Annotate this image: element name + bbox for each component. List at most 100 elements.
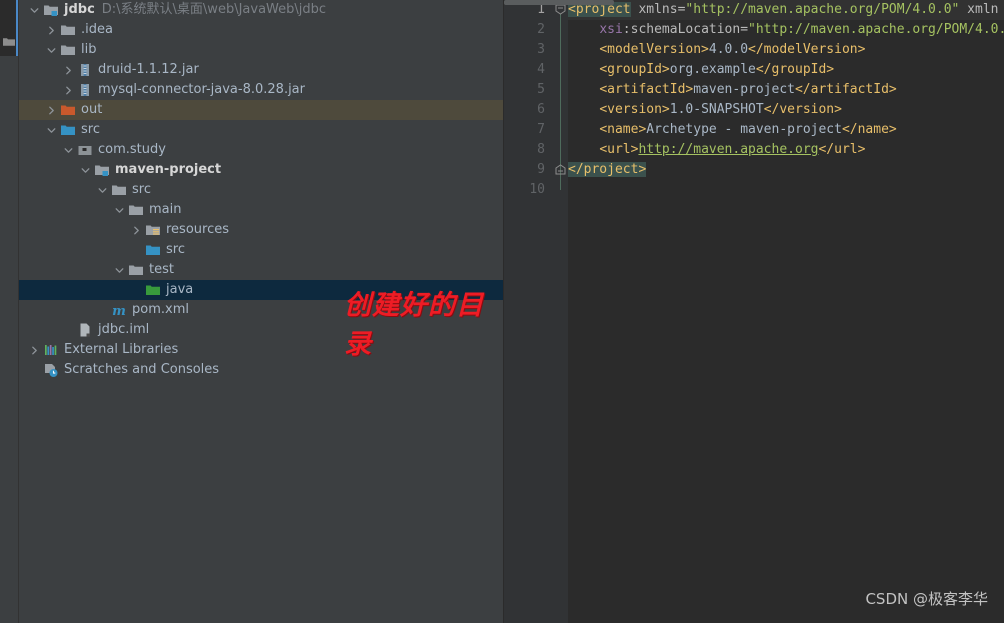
code-line[interactable]: <version>1.0-SNAPSHOT</version> xyxy=(568,100,1004,120)
tree-node-out[interactable]: out xyxy=(19,100,503,120)
tree-node-idea[interactable]: .idea xyxy=(19,20,503,40)
tree-node-src[interactable]: src xyxy=(19,120,503,140)
chevron-right-icon[interactable] xyxy=(63,85,74,96)
chevron-down-icon[interactable] xyxy=(46,125,57,136)
tree-node-label: .idea xyxy=(81,22,113,37)
code-line[interactable]: <project xmlns="http://maven.apache.org/… xyxy=(568,0,1004,20)
code-token: Archetype - maven-project xyxy=(646,122,842,137)
code-token: <artifactId> xyxy=(599,82,694,97)
tree-node-mp-res[interactable]: resources xyxy=(19,220,503,240)
fold-collapse-icon-bottom[interactable] xyxy=(555,164,566,175)
chevron-down-icon[interactable] xyxy=(114,265,125,276)
code-line[interactable]: xsi:schemaLocation="http://maven.apache.… xyxy=(568,20,1004,40)
tree-node-druid[interactable]: druid-1.1.12.jar xyxy=(19,60,503,80)
libraries-icon xyxy=(43,342,59,358)
chevron-down-icon[interactable] xyxy=(63,145,74,156)
tree-node-jdbc[interactable]: jdbc D:\系统默认\桌面\web\JavaWeb\jdbc xyxy=(19,0,503,20)
tree-node-label: main xyxy=(149,202,182,217)
tool-window-tab-project[interactable]: Proj xyxy=(0,0,18,56)
package-icon xyxy=(77,142,93,158)
editor-fold-gutter[interactable] xyxy=(554,0,568,623)
tree-node-label: test xyxy=(149,262,174,277)
editor-pane[interactable]: 1 2 3 4 5 6 7 8 9 10 <project xmlns="http://maven… xyxy=(504,0,1004,623)
svg-text:m: m xyxy=(112,304,126,318)
folder-green-icon xyxy=(145,282,161,298)
editor-code-content[interactable]: <project xmlns="http://maven.apache.org/… xyxy=(568,0,1004,623)
code-line[interactable]: </project> xyxy=(568,160,1004,180)
tree-node-mavenproj[interactable]: maven-project xyxy=(19,160,503,180)
chevron-down-icon[interactable] xyxy=(80,165,91,176)
code-token: xmlns= xyxy=(630,2,686,17)
line-number: 3 xyxy=(537,42,545,57)
chevron-right-icon[interactable] xyxy=(131,225,142,236)
tree-node-jdbciml[interactable]: jdbc.iml xyxy=(19,320,503,340)
chevron-down-icon[interactable] xyxy=(114,205,125,216)
project-tree[interactable]: jdbc D:\系统默认\桌面\web\JavaWeb\jdbc .idea lib d… xyxy=(19,0,503,380)
tree-node-extlibs[interactable]: External Libraries xyxy=(19,340,503,360)
editor-line-number-gutter: 1 2 3 4 5 6 7 8 9 10 xyxy=(504,0,554,623)
code-line[interactable] xyxy=(568,180,1004,200)
tree-node-pomxml[interactable]: m pom.xml xyxy=(19,300,503,320)
code-token: :schemaLocation= xyxy=(622,22,749,37)
project-tool-window[interactable]: jdbc D:\系统默认\桌面\web\JavaWeb\jdbc .idea lib d… xyxy=(19,0,504,623)
chevron-right-icon[interactable] xyxy=(63,65,74,76)
chevron-down-icon[interactable] xyxy=(97,185,108,196)
code-token: xmln xyxy=(959,2,999,17)
folder-icon[interactable] xyxy=(3,36,15,46)
module-icon xyxy=(94,162,110,178)
tree-node-label: src xyxy=(81,122,100,137)
line-number: 2 xyxy=(537,22,545,37)
folder-blue-icon xyxy=(145,242,161,258)
fold-collapse-icon-top[interactable] xyxy=(555,4,566,15)
tree-node-mp-test[interactable]: test xyxy=(19,260,503,280)
code-token: </url> xyxy=(818,142,866,157)
code-token: </modelVersion> xyxy=(748,42,866,57)
code-token: </project> xyxy=(568,162,647,177)
iml-file-icon xyxy=(77,322,93,338)
chevron-right-icon[interactable] xyxy=(46,105,57,116)
code-line[interactable]: <url>http://maven.apache.org</url> xyxy=(568,140,1004,160)
tree-node-mp-msrc[interactable]: src xyxy=(19,240,503,260)
tree-node-lib[interactable]: lib xyxy=(19,40,503,60)
folder-grey-icon xyxy=(60,42,76,58)
tree-node-comstudy[interactable]: com.study xyxy=(19,140,503,160)
tree-node-mp-main[interactable]: main xyxy=(19,200,503,220)
code-line[interactable]: <name>Archetype - maven-project</name> xyxy=(568,120,1004,140)
tree-node-mp-src[interactable]: src xyxy=(19,180,503,200)
line-number: 9 xyxy=(537,162,545,177)
jar-icon xyxy=(77,82,93,98)
folder-grey-icon xyxy=(128,202,144,218)
code-line[interactable]: <artifactId>maven-project</artifactId> xyxy=(568,80,1004,100)
chevron-right-icon[interactable] xyxy=(46,25,57,36)
code-line[interactable]: <modelVersion>4.0.0</modelVersion> xyxy=(568,40,1004,60)
chevron-down-icon[interactable] xyxy=(29,5,40,16)
editor-horizontal-scrollbar[interactable] xyxy=(504,0,614,5)
chevron-right-icon[interactable] xyxy=(29,345,40,356)
jar-icon xyxy=(77,62,93,78)
tree-node-mysqlconn[interactable]: mysql-connector-java-8.0.28.jar xyxy=(19,80,503,100)
code-token: http://maven.apache.org xyxy=(638,142,819,157)
code-line[interactable]: <groupId>org.example</groupId> xyxy=(568,60,1004,80)
tree-node-label: resources xyxy=(166,222,230,237)
line-number: 7 xyxy=(537,122,545,137)
code-token: org.example xyxy=(669,62,756,77)
tree-node-mp-java[interactable]: java xyxy=(19,280,503,300)
folder-grey-icon xyxy=(60,22,76,38)
code-token: maven-project xyxy=(693,82,795,97)
chevron-down-icon[interactable] xyxy=(46,45,57,56)
tree-node-label: com.study xyxy=(98,142,166,157)
tree-node-scratches[interactable]: Scratches and Consoles xyxy=(19,360,503,380)
